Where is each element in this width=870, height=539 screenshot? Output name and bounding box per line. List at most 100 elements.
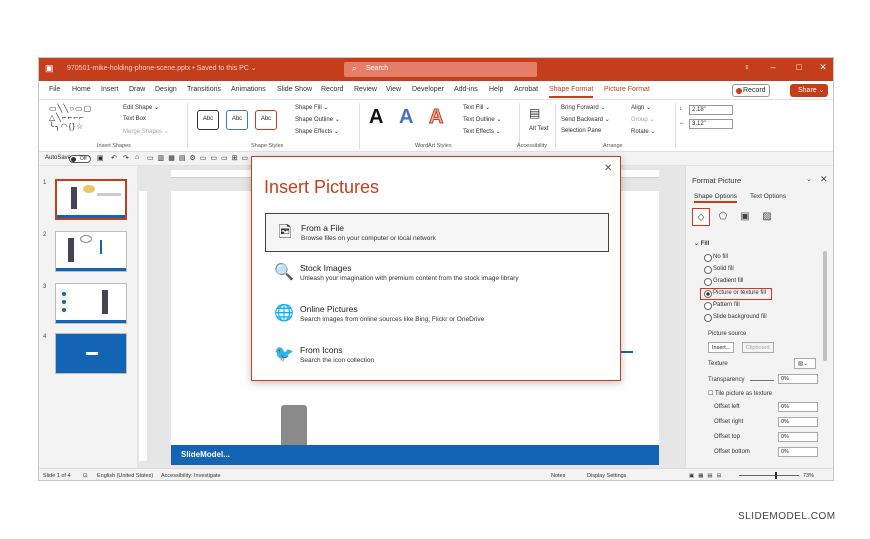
option-online-pictures[interactable]: 🌐 Online Pictures Search images from onl… xyxy=(265,295,609,334)
alt-text-button[interactable]: Alt Text xyxy=(529,126,549,132)
slide-thumbnail-4[interactable] xyxy=(55,333,127,374)
alt-text-icon[interactable]: ▤ xyxy=(529,106,540,120)
wordart-blue[interactable]: A xyxy=(399,106,413,129)
tab-record[interactable]: Record xyxy=(321,86,344,93)
toolbar-icons[interactable]: ▭▥▦▤⚙▭▭▭⊞▭ xyxy=(147,154,252,162)
offset-left-input[interactable]: 0% xyxy=(778,402,818,412)
offset-right-input[interactable]: 0% xyxy=(778,417,818,427)
radio-no-fill[interactable]: No fill xyxy=(704,254,728,262)
tab-text-options[interactable]: Text Options xyxy=(750,193,786,200)
merge-shapes-button[interactable]: Merge Shapes ⌄ xyxy=(123,128,169,135)
tab-picture-format[interactable]: Picture Format xyxy=(604,86,650,93)
transparency-input[interactable]: 0% xyxy=(778,374,818,384)
text-outline-button[interactable]: Text Outline ⌄ xyxy=(463,116,501,123)
shape-style-orange[interactable]: Abc xyxy=(255,110,277,130)
shape-outline-button[interactable]: Shape Outline ⌄ xyxy=(295,116,340,123)
slide-thumbnail-3[interactable] xyxy=(55,283,127,324)
selection-pane-button[interactable]: Selection Pane xyxy=(561,128,601,134)
shape-height-input[interactable]: 2.18" xyxy=(689,105,733,115)
shape-width-input[interactable]: 3.12" xyxy=(689,119,733,129)
shape-effects-button[interactable]: Shape Effects ⌄ xyxy=(295,128,339,135)
align-button[interactable]: Align ⌄ xyxy=(631,104,651,111)
tab-design[interactable]: Design xyxy=(155,86,177,93)
maximize-icon[interactable]: □ xyxy=(793,62,805,72)
texture-picker[interactable]: ▨⌄ xyxy=(794,358,816,369)
group-button[interactable]: Group ⌄ xyxy=(631,116,654,123)
shapes-gallery[interactable]: ▭╲╲○▭▢ △╲⌐⌐⌐⌐ ╰╮◠{}☆ xyxy=(49,104,109,134)
tab-developer[interactable]: Developer xyxy=(412,86,444,93)
tab-review[interactable]: Review xyxy=(354,86,377,93)
save-icon[interactable]: ▣ xyxy=(45,63,57,75)
record-button[interactable]: Record xyxy=(732,84,770,97)
radio-solid-fill[interactable]: Solid fill xyxy=(704,266,734,274)
shape-fill-button[interactable]: Shape Fill ⌄ xyxy=(295,104,328,111)
picture-icon[interactable]: ▨ xyxy=(758,208,776,226)
tab-help[interactable]: Help xyxy=(489,86,503,93)
rotate-button[interactable]: Rotate ⌄ xyxy=(631,128,655,135)
fill-line-icon[interactable]: ⬦ xyxy=(692,208,710,226)
close-icon[interactable]: ✕ xyxy=(817,62,829,73)
tab-file[interactable]: File xyxy=(49,86,60,93)
zoom-level[interactable]: 73% xyxy=(803,473,814,479)
option-stock-images[interactable]: 🔍 Stock Images Unleash your imagination … xyxy=(265,254,609,293)
offset-top-input[interactable]: 0% xyxy=(778,432,818,442)
radio-gradient-fill[interactable]: Gradient fill xyxy=(704,278,743,286)
shape-style-blue[interactable]: Abc xyxy=(226,110,248,130)
text-effects-button[interactable]: Text Effects ⌄ xyxy=(463,128,501,135)
effects-icon[interactable]: ⬠ xyxy=(714,208,732,226)
edit-shape-button[interactable]: Edit Shape ⌄ xyxy=(123,104,159,111)
option-from-icons[interactable]: 🐦 From Icons Search the icon collection xyxy=(265,336,609,375)
save-icon[interactable]: ▣ xyxy=(97,154,104,162)
wordart-black[interactable]: A xyxy=(369,106,383,129)
tab-transitions[interactable]: Transitions xyxy=(187,86,221,93)
share-button[interactable]: Share ⌄ xyxy=(790,84,828,97)
view-buttons[interactable]: ▣▦▤⊟ xyxy=(689,473,725,479)
close-icon[interactable]: ✕ xyxy=(604,163,612,174)
tab-shape-format[interactable]: Shape Format xyxy=(549,86,594,98)
close-icon[interactable]: ✕ xyxy=(820,174,828,185)
lightbulb-icon[interactable]: ♀ xyxy=(741,62,753,72)
tab-slide-show[interactable]: Slide Show xyxy=(277,86,312,93)
language-status[interactable]: English (United States) xyxy=(97,473,153,479)
accessibility-status[interactable]: Accessibility: Investigate xyxy=(161,473,221,479)
tab-add-ins[interactable]: Add-ins xyxy=(454,86,478,93)
redo-icon[interactable]: ↷ xyxy=(123,154,129,162)
radio-slide-background-fill[interactable]: Slide background fill xyxy=(704,314,767,322)
start-slideshow-icon[interactable]: ⌂ xyxy=(135,154,139,161)
slide-thumbnail-2[interactable] xyxy=(55,231,127,272)
bring-forward-button[interactable]: Bring Forward ⌄ xyxy=(561,104,605,111)
undo-icon[interactable]: ↶ xyxy=(111,154,117,162)
text-box-button[interactable]: Text Box xyxy=(123,116,146,122)
fill-section-header[interactable]: ⌄ Fill xyxy=(694,240,709,247)
insert-picture-button[interactable]: Insert... xyxy=(708,342,735,353)
pane-scrollbar[interactable] xyxy=(823,251,827,361)
send-backward-button[interactable]: Send Backward ⌄ xyxy=(561,116,610,123)
wordart-outline[interactable]: A xyxy=(428,106,443,129)
tab-acrobat[interactable]: Acrobat xyxy=(514,86,538,93)
tab-draw[interactable]: Draw xyxy=(129,86,145,93)
option-from-a-file[interactable]: 🖻 From a File Browse files on your compu… xyxy=(265,213,609,252)
size-properties-icon[interactable]: ▣ xyxy=(736,208,754,226)
tab-insert[interactable]: Insert xyxy=(101,86,119,93)
chevron-down-icon[interactable]: ⌄ xyxy=(806,175,812,183)
minimize-icon[interactable]: – xyxy=(767,62,779,72)
search-box[interactable]: ⌕ Search xyxy=(344,62,537,77)
notes-button[interactable]: Notes xyxy=(551,473,565,479)
radio-pattern-fill[interactable]: Pattern fill xyxy=(704,302,740,310)
file-name[interactable]: 970501-mike-holding-phone-scene.pptx • S… xyxy=(67,64,257,72)
clipboard-button[interactable]: Clipboard xyxy=(742,342,774,353)
tile-checkbox[interactable]: ☐ Tile picture as texture xyxy=(708,390,772,397)
shape-style-black[interactable]: Abc xyxy=(197,110,219,130)
autosave-toggle[interactable]: Off xyxy=(69,155,91,163)
tab-home[interactable]: Home xyxy=(72,86,91,93)
zoom-slider[interactable] xyxy=(739,472,799,479)
text-fill-button[interactable]: Text Fill ⌄ xyxy=(463,104,490,111)
display-settings-button[interactable]: Display Settings xyxy=(587,473,626,479)
transparency-slider[interactable] xyxy=(750,380,774,381)
offset-bottom-input[interactable]: 0% xyxy=(778,447,818,457)
tab-shape-options[interactable]: Shape Options xyxy=(694,193,738,203)
tab-animations[interactable]: Animations xyxy=(231,86,266,93)
slide-thumbnail-1[interactable] xyxy=(55,179,127,220)
spellcheck-icon[interactable]: ⊡ xyxy=(83,473,88,479)
tab-view[interactable]: View xyxy=(386,86,401,93)
